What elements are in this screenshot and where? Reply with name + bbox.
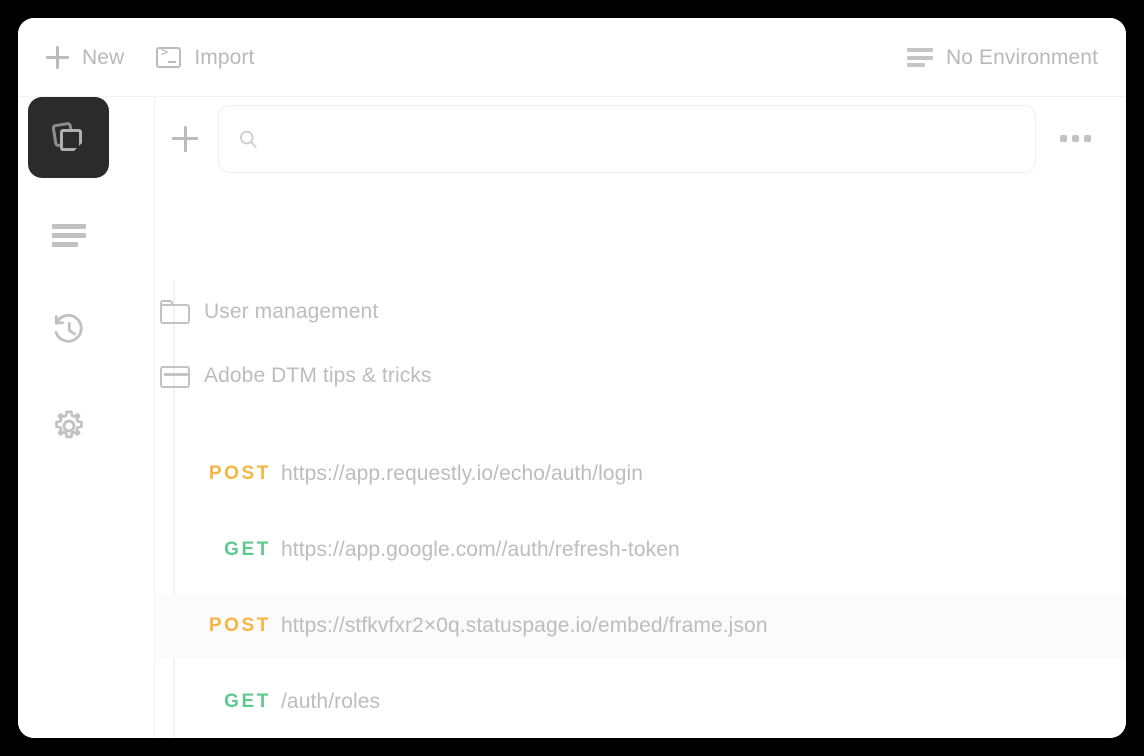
request-url: https://stfkvfxr2×0q.statuspage.io/embed…	[281, 614, 768, 637]
new-button[interactable]: New	[30, 38, 140, 78]
tree-request-row[interactable]: GET/auth/roles	[155, 670, 1126, 734]
history-clock-icon	[54, 313, 83, 343]
sidebar-item-history[interactable]	[28, 289, 109, 370]
top-toolbar-right-group: No Environment	[891, 18, 1114, 97]
import-button[interactable]: Import	[140, 38, 270, 78]
environment-selector[interactable]: No Environment	[891, 38, 1114, 78]
collections-tree: User management Adobe DTM tips & tricks PO…	[155, 180, 1126, 738]
terminal-icon	[156, 46, 182, 68]
request-url: /auth/roles	[281, 690, 381, 713]
ellipsis-dot	[1071, 135, 1079, 142]
request-method-badge: POST	[208, 615, 271, 636]
device-frame: New Import No Environment	[0, 0, 1144, 756]
environment-selector-label: No Environment	[946, 45, 1098, 69]
tree-request-row[interactable]: GET https://app.google.com//auth/refresh-…	[155, 518, 1126, 582]
request-method-badge: POST	[208, 463, 271, 484]
sidebar-item-environments[interactable]	[28, 193, 109, 274]
layers-icon	[51, 222, 86, 247]
search-input[interactable]	[273, 127, 1017, 150]
tree-folder-row[interactable]: User management	[155, 280, 1126, 344]
ellipsis-dot	[1059, 135, 1067, 142]
request-method-badge: GET	[224, 539, 271, 560]
tree-folder-label: Adobe DTM tips & tricks	[204, 364, 432, 387]
sidebar-item-settings[interactable]	[28, 385, 109, 466]
top-toolbar-left-group: New Import	[30, 18, 270, 97]
import-button-label: Import	[194, 45, 255, 69]
add-collection-button[interactable]	[160, 114, 210, 164]
search-icon	[239, 130, 257, 148]
request-method-badge: GET	[224, 691, 271, 712]
request-url: https://app.google.com//auth/refresh-tok…	[281, 538, 680, 561]
sidebar-rail	[18, 97, 155, 738]
request-url: https://app.requestly.io/echo/auth/login	[281, 462, 644, 485]
collections-toolbar	[155, 97, 1126, 180]
new-button-label: New	[82, 45, 125, 69]
plus-icon	[46, 46, 69, 69]
collections-icon	[50, 121, 86, 155]
ellipsis-dot	[1083, 135, 1091, 142]
app-window: New Import No Environment	[18, 18, 1126, 738]
gear-icon	[54, 410, 83, 438]
tree-request-row[interactable]: POST https://app.requestly.io/echo/auth/l…	[155, 442, 1126, 506]
collections-panel: User management Adobe DTM tips & tricks PO…	[155, 97, 1126, 738]
top-toolbar: New Import No Environment	[18, 18, 1126, 97]
layers-icon	[907, 48, 934, 67]
tree-request-row[interactable]: POST https://stfkvfxr2×0q.statuspage.io/e…	[155, 594, 1126, 658]
plus-icon	[172, 125, 198, 152]
search-field-wrapper[interactable]	[218, 104, 1036, 173]
tree-folder-label: User management	[204, 300, 379, 323]
folder-closed-icon	[160, 300, 190, 324]
collections-more-options-button[interactable]	[1050, 114, 1100, 164]
folder-open-icon	[160, 364, 190, 388]
sidebar-item-collections[interactable]	[28, 97, 109, 178]
tree-folder-row[interactable]: Adobe DTM tips & tricks	[155, 344, 1126, 408]
